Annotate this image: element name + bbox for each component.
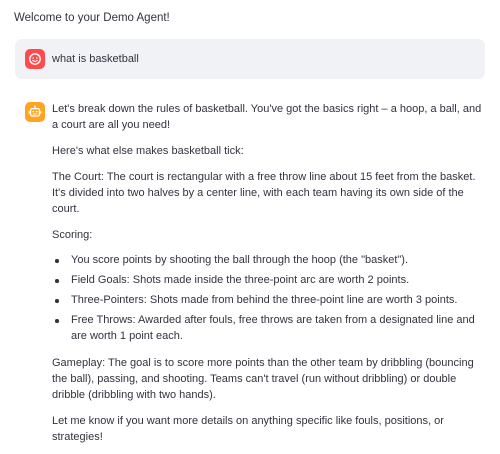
list-item: You score points by shooting the ball th…: [52, 252, 484, 268]
bullet-dot: [55, 319, 59, 323]
list-item: Field Goals: Shots made inside the three…: [52, 272, 484, 288]
assistant-tick: Here's what else makes basketball tick:: [52, 145, 244, 157]
assistant-message: Let's break down the rules of basketball…: [52, 101, 484, 445]
assistant-scoring-heading: Scoring:: [52, 229, 93, 241]
assistant-closing: Let me know if you want more details on …: [52, 415, 444, 443]
list-item: Three-Pointers: Shots made from behind t…: [52, 292, 484, 308]
assistant-gameplay: Gameplay: The goal is to score more poin…: [52, 357, 474, 401]
robot-icon: [28, 105, 42, 119]
assistant-court: The Court: The court is rectangular with…: [52, 171, 476, 215]
scoring-list: You score points by shooting the ball th…: [52, 252, 484, 344]
assistant-avatar: [25, 102, 45, 122]
list-item-text: Three-Pointers: Shots made from behind t…: [71, 294, 458, 306]
user-avatar: [25, 49, 45, 69]
bullet-dot: [55, 259, 59, 263]
user-message: what is basketball: [15, 39, 485, 79]
page-title: Welcome to your Demo Agent!: [14, 12, 170, 24]
user-message-text: what is basketball: [52, 53, 139, 65]
bullet-dot: [55, 299, 59, 303]
assistant-intro: Let's break down the rules of basketball…: [52, 103, 482, 131]
bullet-dot: [55, 279, 59, 283]
list-item: Free Throws: Awarded after fouls, free t…: [52, 312, 484, 344]
list-item-text: Free Throws: Awarded after fouls, free t…: [71, 314, 475, 342]
list-item-text: Field Goals: Shots made inside the three…: [71, 274, 410, 286]
list-item-text: You score points by shooting the ball th…: [71, 254, 409, 266]
smiley-face-icon: [28, 52, 42, 66]
